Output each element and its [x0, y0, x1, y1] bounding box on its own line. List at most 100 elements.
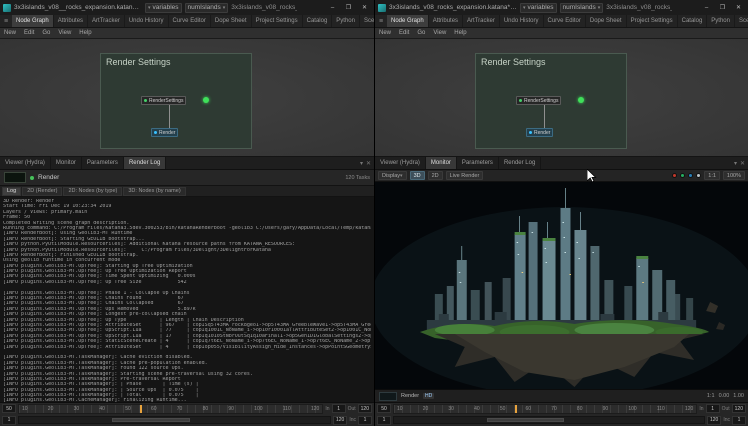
menu-item[interactable]: Help — [75, 30, 95, 36]
inc-field[interactable]: 1 — [358, 416, 372, 425]
channel-alpha-button[interactable] — [696, 173, 701, 178]
render-settings-node[interactable]: RenderSettings — [516, 96, 561, 105]
bottom-tab[interactable]: Parameters — [82, 157, 124, 169]
channel-blue-button[interactable] — [688, 173, 693, 178]
channel-green-button[interactable] — [680, 173, 685, 178]
bottom-tab[interactable]: Monitor — [426, 157, 457, 169]
menu-item[interactable]: New — [0, 30, 20, 36]
range-start-field[interactable]: 1 — [377, 416, 391, 425]
backdrop-node[interactable]: Render Settings RenderSettings Render — [475, 53, 627, 149]
log-filter-tab[interactable]: Log — [2, 187, 21, 196]
variables-dropdown[interactable]: ▾ variables — [520, 3, 557, 13]
log-filter-tab[interactable]: 2D (Render) — [22, 187, 62, 196]
pane-tab[interactable]: Catalog — [303, 15, 333, 27]
timeline-ruler[interactable]: 102030405060708090100110120 — [18, 404, 323, 414]
in-frame-field[interactable]: 1 — [332, 404, 346, 413]
log-filter-tab[interactable]: 3D: Nodes (by name) — [123, 187, 185, 196]
maximize-button[interactable]: ❐ — [716, 2, 729, 13]
pane-options-icons[interactable]: ▾✕ — [731, 157, 748, 169]
pane-tab[interactable]: Scene Graph — [360, 15, 374, 27]
menu-item[interactable]: View — [429, 30, 450, 36]
in-frame-field[interactable]: 1 — [706, 404, 720, 413]
pane-menu-icon[interactable]: ≡ — [375, 15, 387, 27]
close-button[interactable]: ✕ — [732, 2, 745, 13]
bottom-tab[interactable]: Monitor — [51, 157, 82, 169]
pane-tab[interactable]: Node Graph — [12, 15, 54, 27]
out-frame-field[interactable]: 120 — [732, 404, 746, 413]
pane-tab[interactable]: Attributes — [429, 15, 463, 27]
bottom-tab[interactable]: Parameters — [457, 157, 499, 169]
close-button[interactable]: ✕ — [358, 2, 371, 13]
menu-item[interactable]: Edit — [395, 30, 413, 36]
channel-red-button[interactable] — [672, 173, 677, 178]
bottom-tab[interactable]: Render Log — [124, 157, 166, 169]
log-filter-tab[interactable]: 2D: Nodes (by type) — [63, 187, 122, 196]
render-node[interactable]: Render — [526, 128, 553, 137]
pane-tab[interactable]: Python — [332, 15, 360, 27]
playhead[interactable] — [515, 405, 517, 413]
titlebar[interactable]: 3x3islands_v08_rocks_expansion.katana* -… — [375, 0, 748, 15]
pane-tab[interactable]: Undo History — [500, 15, 544, 27]
bottom-tab[interactable]: Viewer (Hydra) — [0, 157, 51, 169]
pane-tab[interactable]: Catalog — [678, 15, 708, 27]
timeline-scrollbar[interactable] — [18, 416, 331, 424]
pane-tab[interactable]: ArtTracker — [88, 15, 125, 27]
view-3d-button[interactable]: 3D — [410, 171, 425, 180]
pane-tab[interactable]: Curve Editor — [169, 15, 211, 27]
range-end-field[interactable]: 120 — [333, 416, 347, 425]
variable-value-dropdown[interactable]: numIslands ▾ — [185, 3, 229, 13]
zoom-level-button[interactable]: 1:1 — [704, 171, 720, 180]
current-frame-field[interactable]: 50 — [377, 404, 391, 413]
pane-tab[interactable]: Project Settings — [627, 15, 678, 27]
pane-tab[interactable]: Project Settings — [252, 15, 303, 27]
range-start-field[interactable]: 1 — [2, 416, 16, 425]
live-render-button[interactable]: Live Render — [446, 171, 484, 180]
display-dropdown[interactable]: Display ▾ — [378, 171, 407, 180]
render-node[interactable]: Render — [151, 128, 178, 137]
render-settings-node[interactable]: RenderSettings — [141, 96, 186, 105]
timeline-scrollbar[interactable] — [393, 416, 705, 424]
current-frame-field[interactable]: 50 — [2, 404, 16, 413]
titlebar[interactable]: 3x3islands_v08__rocks_expansion.katana* … — [0, 0, 374, 15]
pane-tab[interactable]: Attributes — [54, 15, 88, 27]
playhead[interactable] — [140, 405, 142, 413]
variables-dropdown[interactable]: ▾ variables — [145, 3, 182, 13]
node-graph-canvas[interactable]: Render Settings RenderSettings Render — [0, 39, 374, 157]
backdrop-node[interactable]: Render Settings RenderSettings Render — [100, 53, 252, 149]
menu-item[interactable]: View — [54, 30, 75, 36]
catalog-thumbnail[interactable] — [379, 392, 397, 401]
render-thumbnail[interactable] — [4, 172, 26, 183]
pane-tab[interactable]: Dope Sheet — [211, 15, 252, 27]
pane-tab[interactable]: Dope Sheet — [586, 15, 627, 27]
menu-item[interactable]: Go — [38, 30, 54, 36]
bottom-tab[interactable]: Viewer (Hydra) — [375, 157, 426, 169]
minimize-button[interactable]: – — [700, 2, 713, 13]
pane-menu-icon[interactable]: ≡ — [0, 15, 12, 27]
timeline-scroll-thumb[interactable] — [112, 418, 190, 422]
bottom-tab[interactable]: Render Log — [499, 157, 541, 169]
maximize-button[interactable]: ❐ — [342, 2, 355, 13]
inc-field[interactable]: 1 — [732, 416, 746, 425]
menu-item[interactable]: Help — [450, 30, 470, 36]
close-pane-icon[interactable]: ✕ — [366, 160, 371, 167]
pane-tab[interactable]: Python — [707, 15, 735, 27]
minimize-button[interactable]: – — [326, 2, 339, 13]
menu-item[interactable]: Go — [413, 30, 429, 36]
render-log-output[interactable]: 3D Render: RenderStart Time: Fri Dec 19 … — [0, 197, 374, 402]
footer-zoom-readout[interactable]: 1:1 — [707, 393, 715, 399]
render-catalog-row[interactable]: Render 120 Tasks — [0, 170, 374, 186]
pane-options-icons[interactable]: ▾✕ — [357, 157, 374, 169]
zoom-percent-readout[interactable]: 100% — [723, 171, 745, 180]
timeline-scroll-thumb[interactable] — [487, 418, 564, 422]
out-frame-field[interactable]: 120 — [358, 404, 372, 413]
view-flag-icon[interactable] — [203, 97, 209, 103]
pane-tab[interactable]: Curve Editor — [544, 15, 586, 27]
view-2d-button[interactable]: 2D — [428, 171, 443, 180]
monitor-viewport[interactable] — [375, 182, 748, 389]
node-graph-canvas[interactable]: Render Settings RenderSettings Render — [375, 39, 748, 157]
pin-icon[interactable]: ▾ — [360, 160, 363, 167]
pane-tab[interactable]: ArtTracker — [463, 15, 500, 27]
range-end-field[interactable]: 120 — [707, 416, 721, 425]
exposure-readout[interactable]: 0.00 — [719, 393, 730, 399]
menu-item[interactable]: New — [375, 30, 395, 36]
